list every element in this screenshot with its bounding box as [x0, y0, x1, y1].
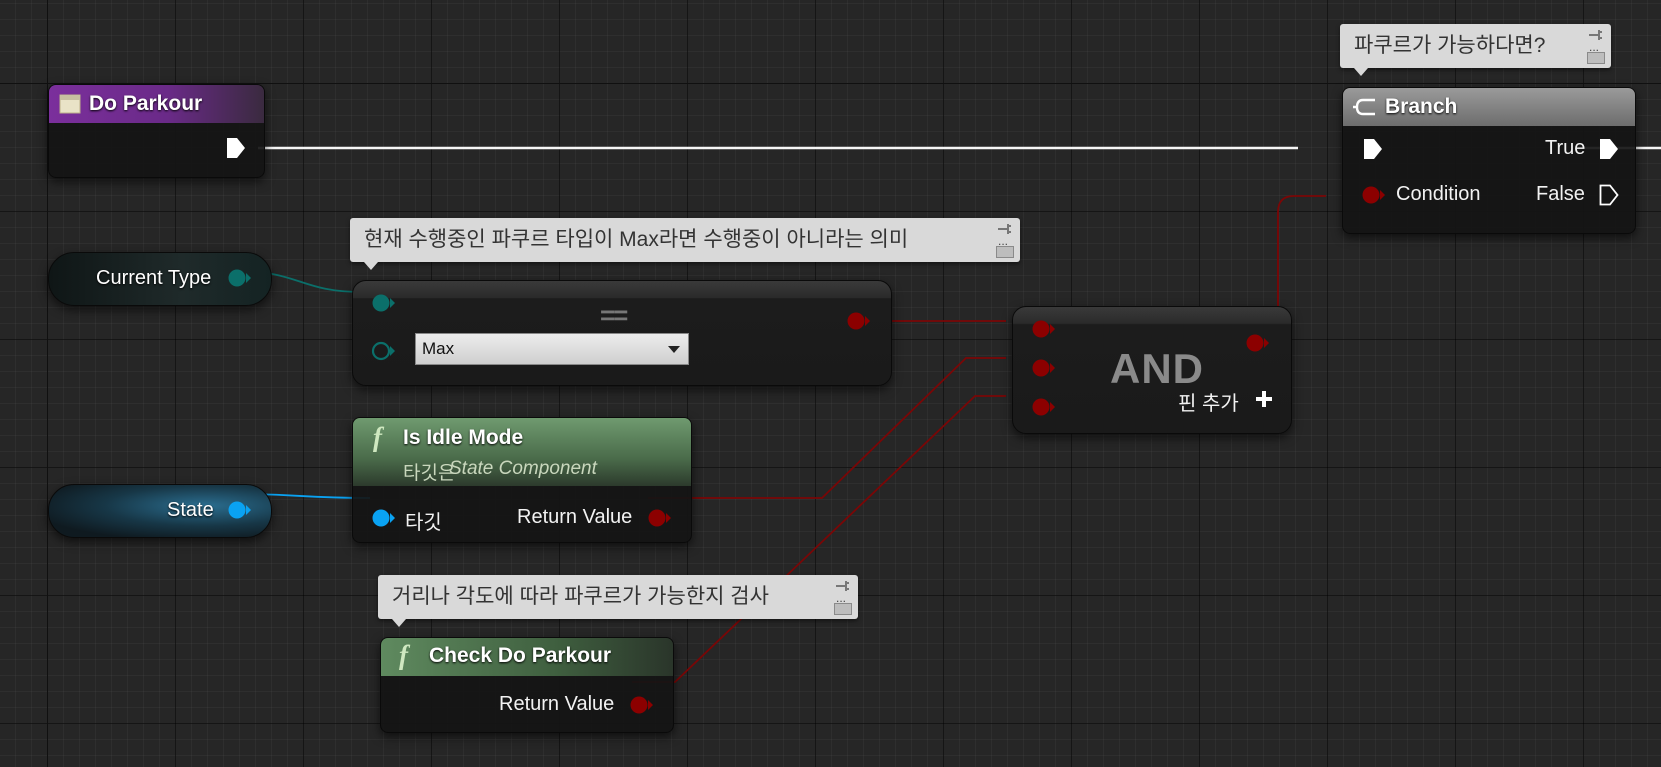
node-title: Do Parkour [89, 92, 203, 115]
variable-label: Current Type [96, 267, 212, 289]
more-icon[interactable] [996, 235, 1014, 258]
and-operator-title: AND [1110, 345, 1204, 392]
bool-in-pin-b[interactable] [1031, 358, 1057, 378]
do-parkour-event-node[interactable]: Do Parkour [48, 84, 265, 178]
more-icon[interactable] [834, 592, 852, 615]
target-pin-label: 타깃 [405, 512, 442, 534]
node-header[interactable]: f Check Do Parkour [381, 638, 673, 676]
is-idle-mode-node[interactable]: f Is Idle Mode 타깃은 State Component 타깃 Re… [352, 417, 692, 543]
bool-out-pin[interactable] [647, 508, 673, 528]
target-in-pin[interactable] [371, 508, 397, 528]
branch-icon [1353, 96, 1377, 118]
false-exec-pin[interactable] [1599, 184, 1619, 206]
true-exec-pin[interactable] [1599, 138, 1619, 160]
comment-tail [1354, 68, 1368, 76]
comment-text: 거리나 각도에 따라 파쿠르가 가능한지 검사 [392, 585, 769, 608]
return-value-pin-label: Return Value [517, 506, 633, 528]
enum-in-pin-b[interactable] [371, 341, 397, 361]
branch-comment[interactable]: 파쿠르가 가능하다면? [1340, 24, 1611, 76]
comment-text: 현재 수행중인 파쿠르 타입이 Max라면 수행중이 아니라는 의미 [364, 228, 909, 251]
enum-out-pin[interactable] [227, 268, 253, 288]
node-header[interactable]: Do Parkour [49, 85, 264, 123]
event-icon [59, 93, 81, 115]
chevron-down-icon [668, 346, 680, 353]
dropdown-value: Max [422, 339, 455, 358]
node-subtitle-class: State Component [449, 458, 597, 479]
add-pin-label[interactable]: 핀 추가 [1178, 387, 1239, 416]
comment-tail [364, 262, 378, 270]
node-title: Check Do Parkour [429, 644, 612, 667]
equal-enum-node[interactable]: == Max [352, 280, 892, 386]
node-title: Branch [1385, 95, 1458, 118]
node-header[interactable]: f Is Idle Mode 타깃은 State Component [353, 418, 691, 486]
variable-label: State [167, 499, 214, 521]
comment-text: 파쿠르가 가능하다면? [1354, 34, 1546, 57]
bool-out-pin[interactable] [1245, 333, 1271, 353]
equal-comment[interactable]: 현재 수행중인 파쿠르 타입이 Max라면 수행중이 아니라는 의미 [350, 218, 1020, 270]
node-header[interactable]: Branch [1343, 88, 1635, 126]
enum-in-pin-a[interactable] [371, 293, 397, 313]
bool-in-pin-c[interactable] [1031, 397, 1057, 417]
function-icon: f [373, 422, 382, 452]
branch-node[interactable]: Branch Condition True False [1342, 87, 1636, 234]
object-out-pin[interactable] [227, 500, 253, 520]
more-icon[interactable] [1587, 41, 1605, 64]
state-variable-node[interactable]: State [48, 484, 272, 538]
plus-icon[interactable] [1254, 389, 1274, 409]
true-pin-label: True [1545, 137, 1586, 159]
check-do-parkour-node[interactable]: f Check Do Parkour Return Value [380, 637, 674, 733]
bool-out-pin[interactable] [629, 695, 655, 715]
function-icon: f [399, 640, 408, 670]
comment-tail [392, 619, 406, 627]
equal-operator: == [600, 300, 628, 330]
bool-out-pin[interactable] [846, 311, 872, 331]
and-node[interactable]: AND 핀 추가 [1012, 306, 1292, 434]
false-pin-label: False [1536, 183, 1585, 205]
enum-value-dropdown[interactable]: Max [415, 333, 689, 365]
bool-in-pin-a[interactable] [1031, 319, 1057, 339]
check-do-parkour-comment[interactable]: 거리나 각도에 따라 파쿠르가 가능한지 검사 [378, 575, 858, 627]
return-value-pin-label: Return Value [499, 693, 615, 715]
node-subtitle-prefix: 타깃은 [403, 463, 456, 484]
condition-pin-label: Condition [1396, 183, 1481, 205]
exec-out-pin[interactable] [226, 137, 246, 159]
node-title: Is Idle Mode [403, 426, 524, 449]
condition-pin[interactable] [1361, 185, 1387, 205]
current-type-variable-node[interactable]: Current Type [48, 252, 272, 306]
exec-in-pin[interactable] [1363, 138, 1383, 160]
